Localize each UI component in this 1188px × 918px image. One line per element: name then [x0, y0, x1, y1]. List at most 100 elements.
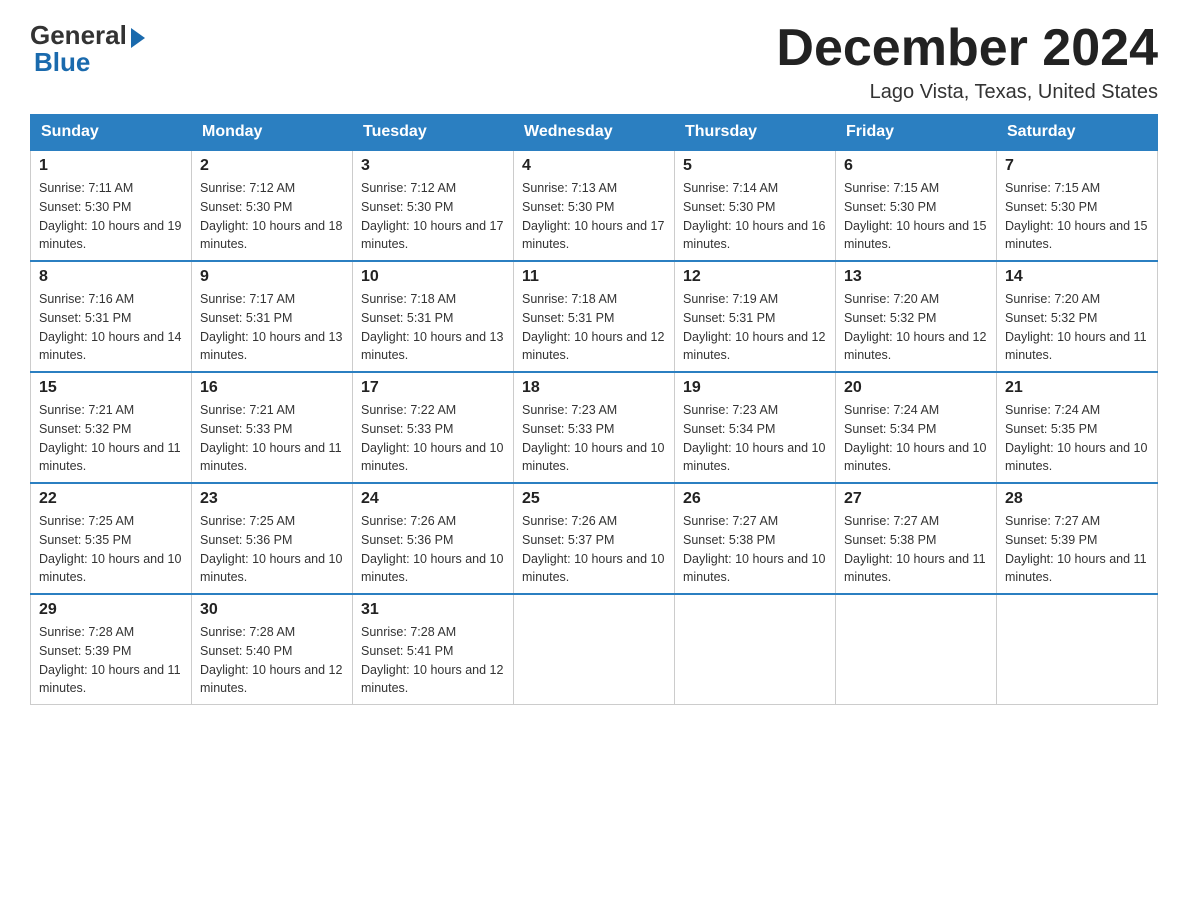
calendar-header-row: Sunday Monday Tuesday Wednesday Thursday… [31, 115, 1158, 151]
day-number: 10 [361, 268, 505, 286]
calendar-cell: 9 Sunrise: 7:17 AM Sunset: 5:31 PM Dayli… [192, 261, 353, 372]
calendar-cell: 17 Sunrise: 7:22 AM Sunset: 5:33 PM Dayl… [353, 372, 514, 483]
day-number: 15 [39, 379, 183, 397]
calendar-cell: 14 Sunrise: 7:20 AM Sunset: 5:32 PM Dayl… [997, 261, 1158, 372]
day-info: Sunrise: 7:28 AM Sunset: 5:40 PM Dayligh… [200, 623, 344, 698]
day-number: 25 [522, 490, 666, 508]
header-sunday: Sunday [31, 115, 192, 151]
day-number: 11 [522, 268, 666, 286]
calendar-cell [836, 594, 997, 705]
calendar-week-row: 15 Sunrise: 7:21 AM Sunset: 5:32 PM Dayl… [31, 372, 1158, 483]
day-number: 16 [200, 379, 344, 397]
calendar-cell: 15 Sunrise: 7:21 AM Sunset: 5:32 PM Dayl… [31, 372, 192, 483]
day-info: Sunrise: 7:19 AM Sunset: 5:31 PM Dayligh… [683, 290, 827, 365]
calendar-cell: 12 Sunrise: 7:19 AM Sunset: 5:31 PM Dayl… [675, 261, 836, 372]
header-thursday: Thursday [675, 115, 836, 151]
calendar-week-row: 1 Sunrise: 7:11 AM Sunset: 5:30 PM Dayli… [31, 150, 1158, 261]
day-info: Sunrise: 7:12 AM Sunset: 5:30 PM Dayligh… [200, 179, 344, 254]
day-number: 5 [683, 157, 827, 175]
day-number: 1 [39, 157, 183, 175]
calendar-cell: 19 Sunrise: 7:23 AM Sunset: 5:34 PM Dayl… [675, 372, 836, 483]
day-number: 30 [200, 601, 344, 619]
day-info: Sunrise: 7:26 AM Sunset: 5:37 PM Dayligh… [522, 512, 666, 587]
logo: General Blue [30, 20, 145, 78]
day-info: Sunrise: 7:25 AM Sunset: 5:35 PM Dayligh… [39, 512, 183, 587]
day-number: 9 [200, 268, 344, 286]
day-number: 7 [1005, 157, 1149, 175]
title-section: December 2024 Lago Vista, Texas, United … [776, 20, 1158, 104]
calendar-cell: 8 Sunrise: 7:16 AM Sunset: 5:31 PM Dayli… [31, 261, 192, 372]
day-info: Sunrise: 7:25 AM Sunset: 5:36 PM Dayligh… [200, 512, 344, 587]
calendar-cell: 2 Sunrise: 7:12 AM Sunset: 5:30 PM Dayli… [192, 150, 353, 261]
day-info: Sunrise: 7:17 AM Sunset: 5:31 PM Dayligh… [200, 290, 344, 365]
day-info: Sunrise: 7:20 AM Sunset: 5:32 PM Dayligh… [1005, 290, 1149, 365]
day-info: Sunrise: 7:27 AM Sunset: 5:38 PM Dayligh… [683, 512, 827, 587]
day-number: 26 [683, 490, 827, 508]
day-number: 19 [683, 379, 827, 397]
day-info: Sunrise: 7:24 AM Sunset: 5:34 PM Dayligh… [844, 401, 988, 476]
calendar-cell: 3 Sunrise: 7:12 AM Sunset: 5:30 PM Dayli… [353, 150, 514, 261]
day-info: Sunrise: 7:28 AM Sunset: 5:41 PM Dayligh… [361, 623, 505, 698]
header-monday: Monday [192, 115, 353, 151]
calendar-cell [997, 594, 1158, 705]
calendar-cell: 31 Sunrise: 7:28 AM Sunset: 5:41 PM Dayl… [353, 594, 514, 705]
calendar-cell [514, 594, 675, 705]
header-wednesday: Wednesday [514, 115, 675, 151]
day-number: 31 [361, 601, 505, 619]
day-info: Sunrise: 7:21 AM Sunset: 5:32 PM Dayligh… [39, 401, 183, 476]
day-info: Sunrise: 7:16 AM Sunset: 5:31 PM Dayligh… [39, 290, 183, 365]
day-number: 21 [1005, 379, 1149, 397]
day-number: 4 [522, 157, 666, 175]
day-info: Sunrise: 7:22 AM Sunset: 5:33 PM Dayligh… [361, 401, 505, 476]
calendar-cell: 28 Sunrise: 7:27 AM Sunset: 5:39 PM Dayl… [997, 483, 1158, 594]
calendar-cell: 13 Sunrise: 7:20 AM Sunset: 5:32 PM Dayl… [836, 261, 997, 372]
calendar-cell: 26 Sunrise: 7:27 AM Sunset: 5:38 PM Dayl… [675, 483, 836, 594]
day-info: Sunrise: 7:13 AM Sunset: 5:30 PM Dayligh… [522, 179, 666, 254]
calendar-cell: 22 Sunrise: 7:25 AM Sunset: 5:35 PM Dayl… [31, 483, 192, 594]
day-info: Sunrise: 7:26 AM Sunset: 5:36 PM Dayligh… [361, 512, 505, 587]
day-number: 13 [844, 268, 988, 286]
logo-blue-text: Blue [34, 47, 90, 78]
day-info: Sunrise: 7:23 AM Sunset: 5:34 PM Dayligh… [683, 401, 827, 476]
day-info: Sunrise: 7:14 AM Sunset: 5:30 PM Dayligh… [683, 179, 827, 254]
calendar-cell: 6 Sunrise: 7:15 AM Sunset: 5:30 PM Dayli… [836, 150, 997, 261]
calendar-cell: 1 Sunrise: 7:11 AM Sunset: 5:30 PM Dayli… [31, 150, 192, 261]
header-friday: Friday [836, 115, 997, 151]
calendar-cell: 27 Sunrise: 7:27 AM Sunset: 5:38 PM Dayl… [836, 483, 997, 594]
calendar-cell: 23 Sunrise: 7:25 AM Sunset: 5:36 PM Dayl… [192, 483, 353, 594]
day-info: Sunrise: 7:15 AM Sunset: 5:30 PM Dayligh… [844, 179, 988, 254]
calendar-cell: 16 Sunrise: 7:21 AM Sunset: 5:33 PM Dayl… [192, 372, 353, 483]
header-tuesday: Tuesday [353, 115, 514, 151]
calendar-cell: 30 Sunrise: 7:28 AM Sunset: 5:40 PM Dayl… [192, 594, 353, 705]
day-info: Sunrise: 7:23 AM Sunset: 5:33 PM Dayligh… [522, 401, 666, 476]
calendar-cell: 25 Sunrise: 7:26 AM Sunset: 5:37 PM Dayl… [514, 483, 675, 594]
day-number: 8 [39, 268, 183, 286]
day-number: 14 [1005, 268, 1149, 286]
day-info: Sunrise: 7:27 AM Sunset: 5:39 PM Dayligh… [1005, 512, 1149, 587]
calendar-cell: 10 Sunrise: 7:18 AM Sunset: 5:31 PM Dayl… [353, 261, 514, 372]
day-number: 17 [361, 379, 505, 397]
day-number: 18 [522, 379, 666, 397]
day-number: 6 [844, 157, 988, 175]
day-info: Sunrise: 7:21 AM Sunset: 5:33 PM Dayligh… [200, 401, 344, 476]
calendar-week-row: 29 Sunrise: 7:28 AM Sunset: 5:39 PM Dayl… [31, 594, 1158, 705]
calendar-cell: 21 Sunrise: 7:24 AM Sunset: 5:35 PM Dayl… [997, 372, 1158, 483]
day-info: Sunrise: 7:27 AM Sunset: 5:38 PM Dayligh… [844, 512, 988, 587]
calendar-cell [675, 594, 836, 705]
day-number: 2 [200, 157, 344, 175]
day-info: Sunrise: 7:20 AM Sunset: 5:32 PM Dayligh… [844, 290, 988, 365]
calendar-table: Sunday Monday Tuesday Wednesday Thursday… [30, 114, 1158, 705]
day-number: 24 [361, 490, 505, 508]
day-info: Sunrise: 7:18 AM Sunset: 5:31 PM Dayligh… [522, 290, 666, 365]
day-number: 23 [200, 490, 344, 508]
location-title: Lago Vista, Texas, United States [776, 81, 1158, 104]
day-number: 3 [361, 157, 505, 175]
calendar-cell: 11 Sunrise: 7:18 AM Sunset: 5:31 PM Dayl… [514, 261, 675, 372]
calendar-cell: 5 Sunrise: 7:14 AM Sunset: 5:30 PM Dayli… [675, 150, 836, 261]
day-number: 20 [844, 379, 988, 397]
day-info: Sunrise: 7:18 AM Sunset: 5:31 PM Dayligh… [361, 290, 505, 365]
day-info: Sunrise: 7:11 AM Sunset: 5:30 PM Dayligh… [39, 179, 183, 254]
calendar-week-row: 22 Sunrise: 7:25 AM Sunset: 5:35 PM Dayl… [31, 483, 1158, 594]
calendar-cell: 18 Sunrise: 7:23 AM Sunset: 5:33 PM Dayl… [514, 372, 675, 483]
month-title: December 2024 [776, 20, 1158, 77]
